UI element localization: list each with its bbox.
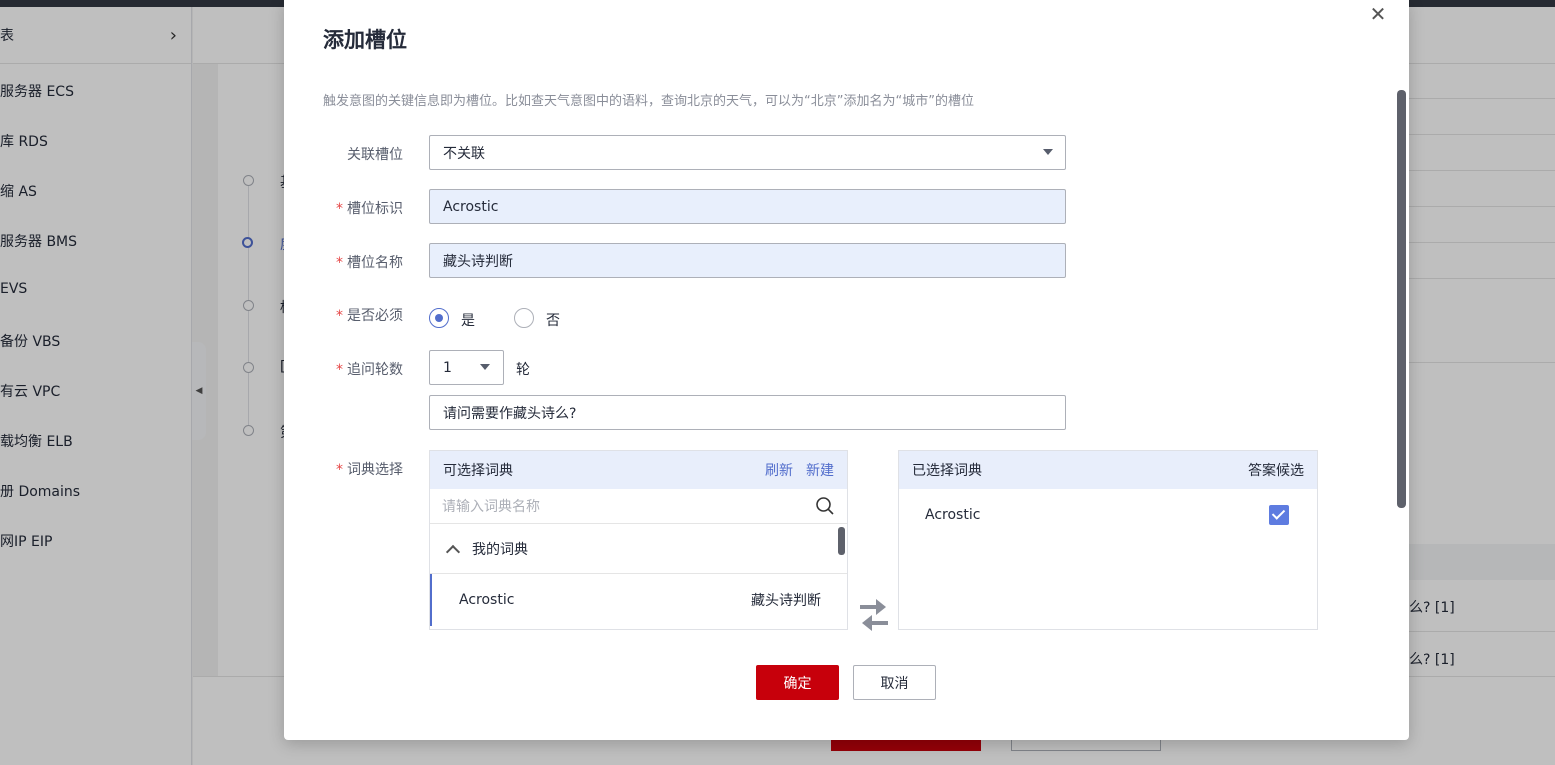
- dictionary-label: * 词典选择: [336, 462, 403, 478]
- dictionary-list-item[interactable]: Acrostic 藏头诗判断: [430, 574, 847, 626]
- close-icon[interactable]: ✕: [1366, 2, 1390, 26]
- selected-dictionaries-panel: 已选择词典 答案候选 Acrostic: [898, 450, 1318, 630]
- refresh-link[interactable]: 刷新: [765, 460, 793, 480]
- dictionary-item-name: Acrostic: [459, 592, 515, 608]
- followup-unit: 轮: [516, 362, 530, 378]
- dictionary-item-desc: 藏头诗判断: [751, 593, 821, 609]
- dictionary-list-scrollbar[interactable]: [838, 527, 845, 555]
- chevron-down-icon: [480, 364, 490, 370]
- dialog-scrollbar[interactable]: [1397, 90, 1406, 508]
- answer-candidate-label: 答案候选: [1248, 463, 1304, 479]
- slot-name-label: * 槽位名称: [336, 255, 403, 271]
- chevron-up-icon[interactable]: [445, 544, 461, 559]
- slot-id-input[interactable]: Acrostic: [429, 189, 1066, 224]
- followup-question-input[interactable]: 请问需要作藏头诗么?: [429, 395, 1066, 430]
- related-slot-select[interactable]: 不关联: [429, 135, 1066, 170]
- related-slot-label: 关联槽位: [347, 147, 403, 163]
- dialog-title: 添加槽位: [323, 28, 407, 52]
- selected-panel-title: 已选择词典: [912, 463, 982, 479]
- chevron-down-icon: [1043, 149, 1053, 155]
- required-yes-label[interactable]: 是: [461, 310, 475, 330]
- dictionary-search-placeholder: 请输入词典名称: [442, 499, 540, 515]
- transfer-arrows-icon[interactable]: [858, 598, 890, 632]
- slot-name-input[interactable]: 藏头诗判断: [429, 243, 1066, 278]
- available-panel-header: 可选择词典 刷新 新建: [430, 451, 847, 489]
- required-no-label[interactable]: 否: [546, 310, 560, 330]
- followup-label: * 追问轮数: [336, 362, 403, 378]
- selected-dictionary-item: Acrostic: [899, 489, 1317, 541]
- answer-candidate-checkbox[interactable]: [1269, 505, 1289, 525]
- dictionary-group-mine[interactable]: 我的词典: [430, 524, 847, 574]
- dictionary-search-input[interactable]: 请输入词典名称: [430, 489, 847, 524]
- required-no-radio[interactable]: [514, 308, 534, 328]
- add-slot-dialog: ✕ 添加槽位 触发意图的关键信息即为槽位。比如查天气意图中的语料，查询北京的天气…: [284, 0, 1409, 740]
- selected-item-name: Acrostic: [925, 507, 981, 523]
- confirm-button[interactable]: 确定: [756, 665, 839, 700]
- required-yes-radio[interactable]: [429, 308, 449, 328]
- search-icon[interactable]: [815, 496, 835, 516]
- slot-id-label: * 槽位标识: [336, 201, 403, 217]
- required-label: * 是否必须: [336, 308, 403, 324]
- followup-rounds-select[interactable]: 1: [429, 350, 504, 385]
- dialog-description: 触发意图的关键信息即为槽位。比如查天气意图中的语料，查询北京的天气，可以为“北京…: [323, 94, 974, 109]
- available-dictionaries-panel: 可选择词典 刷新 新建 请输入词典名称 我的词典 Acrostic 藏头诗判断: [429, 450, 848, 630]
- new-dictionary-link[interactable]: 新建: [806, 460, 834, 480]
- available-panel-title: 可选择词典: [443, 463, 513, 479]
- selected-panel-header: 已选择词典 答案候选: [899, 451, 1317, 489]
- dictionary-group-label: 我的词典: [472, 541, 528, 558]
- cancel-button[interactable]: 取消: [853, 665, 936, 700]
